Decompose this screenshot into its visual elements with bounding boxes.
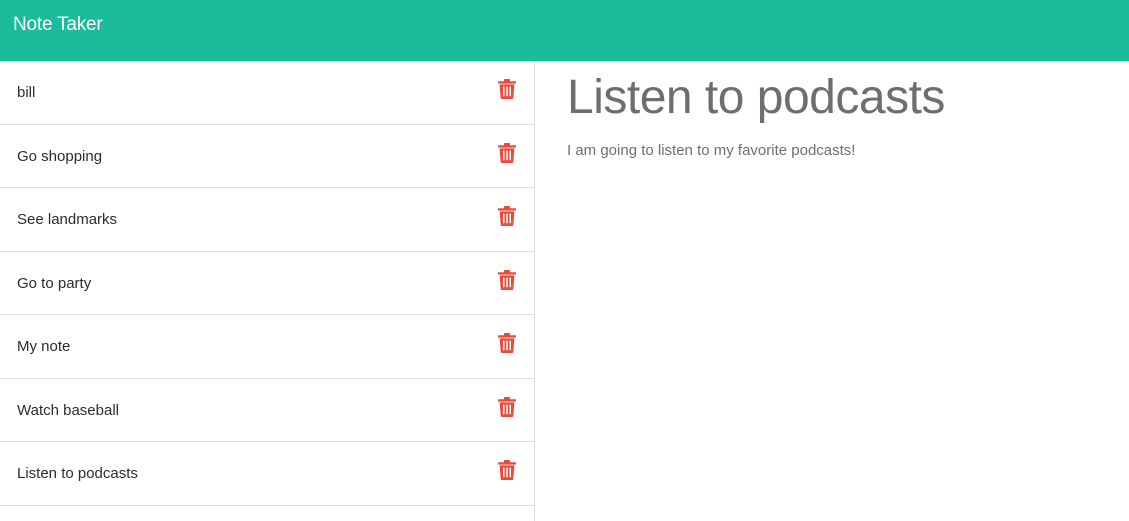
- note-list: bill Go shopping See landmarks Go to par…: [0, 61, 535, 521]
- note-text-display[interactable]: I am going to listen to my favorite podc…: [567, 142, 855, 159]
- note-viewer: Listen to podcasts I am going to listen …: [535, 61, 1129, 521]
- note-list-item[interactable]: bill: [0, 61, 534, 125]
- note-list-item-title: bill: [17, 84, 36, 102]
- note-list-item-title: See landmarks: [17, 211, 118, 229]
- trash-icon[interactable]: [498, 396, 516, 417]
- note-list-item[interactable]: Listen to podcasts: [0, 442, 534, 506]
- note-list-item-title: My note: [17, 338, 71, 356]
- trash-icon[interactable]: [498, 79, 516, 100]
- note-list-item[interactable]: Go shopping: [0, 125, 534, 188]
- note-list-item-title: Go shopping: [17, 147, 103, 165]
- note-list-item-title: Go to party: [17, 274, 92, 292]
- navbar: Note Taker: [0, 0, 1129, 61]
- note-list-item[interactable]: My note: [0, 315, 534, 379]
- trash-icon[interactable]: [498, 142, 516, 163]
- app-title[interactable]: Note Taker: [13, 14, 103, 36]
- note-list-item[interactable]: Go to party: [0, 252, 534, 315]
- note-list-item[interactable]: Watch baseball: [0, 379, 534, 442]
- note-list-item-title: Watch baseball: [17, 401, 119, 419]
- note-title-display[interactable]: Listen to podcasts: [567, 70, 945, 125]
- trash-icon[interactable]: [498, 206, 516, 227]
- note-list-item[interactable]: See landmarks: [0, 188, 534, 252]
- trash-icon[interactable]: [498, 333, 516, 354]
- trash-icon[interactable]: [498, 460, 516, 481]
- trash-icon[interactable]: [498, 269, 516, 290]
- note-list-item-title: Listen to podcasts: [17, 465, 138, 483]
